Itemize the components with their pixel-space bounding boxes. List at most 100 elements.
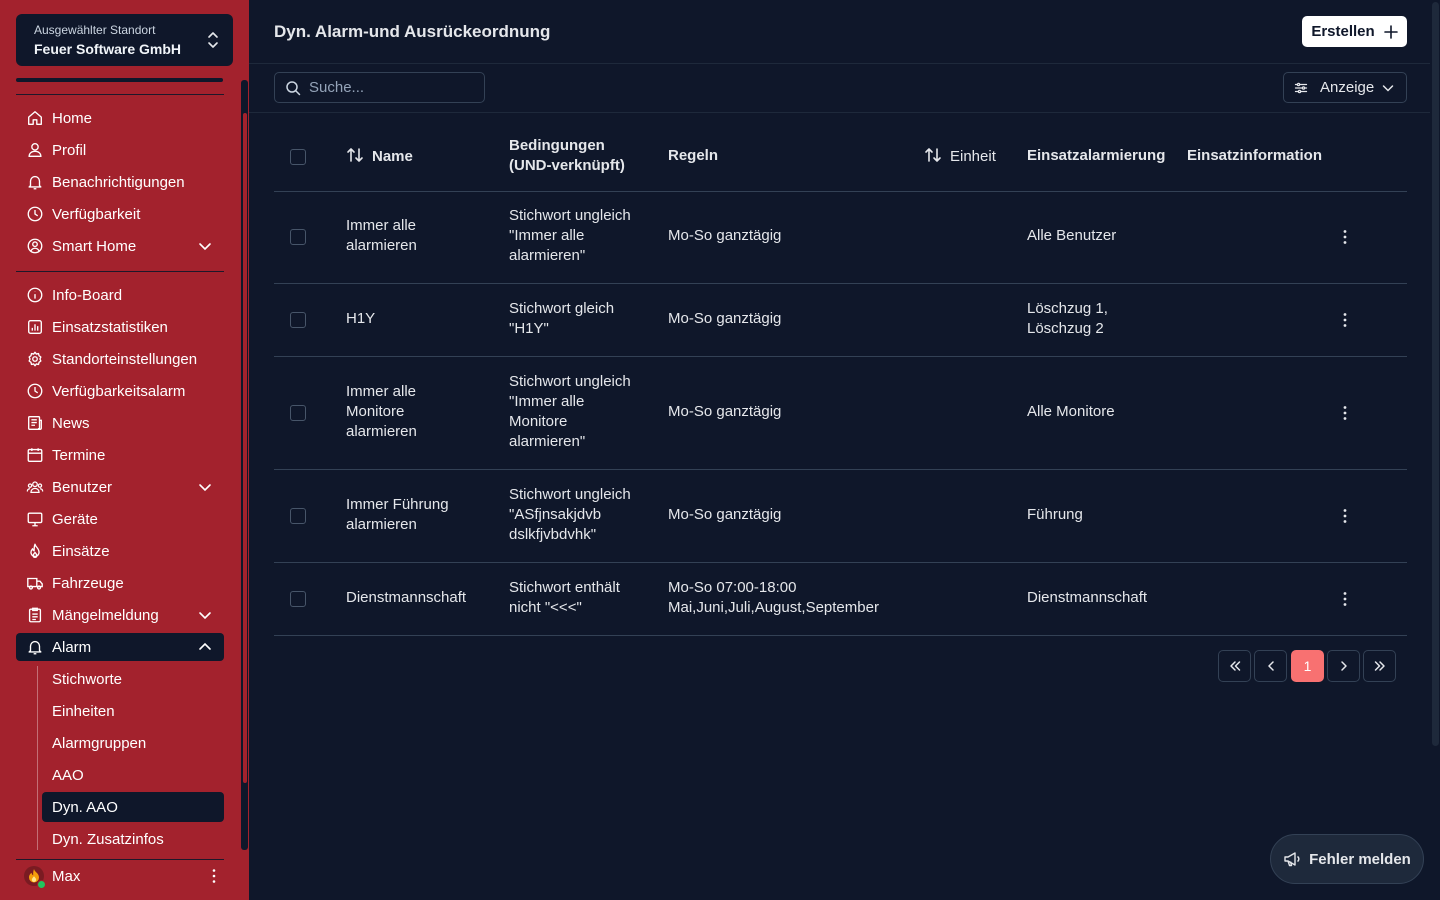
first-page-button[interactable] (1218, 650, 1251, 682)
sidebar-subitem-aao[interactable]: AAO (42, 760, 224, 790)
sidebar-scrollbar[interactable] (242, 112, 248, 784)
sidebar-subitem-stichworte[interactable]: Stichworte (42, 664, 224, 694)
cell-line: alarmieren (346, 516, 417, 533)
megaphone-icon (1284, 852, 1300, 867)
next-page-button[interactable] (1327, 650, 1360, 682)
cell-alarming: Alle Monitore (1027, 402, 1115, 422)
sidebar-item-label: Standorteinstellungen (52, 350, 198, 368)
search-input[interactable] (309, 79, 479, 96)
sliders-icon (1294, 82, 1308, 93)
sidebar-item-label: Profil (52, 141, 87, 159)
chevrons-left-icon (1229, 661, 1240, 671)
cell-line: Dienstmannschaft (346, 589, 467, 606)
sidebar-item-benutzer[interactable]: Benutzer (16, 473, 224, 501)
cell-alarming: Führung (1027, 505, 1083, 525)
sidebar-item-verfuegbarkeit[interactable]: Verfügbarkeit (16, 200, 224, 228)
chevrons-right-icon (1374, 661, 1385, 671)
sidebar-item-news[interactable]: News (16, 409, 224, 437)
sidebar-item-einsatzstatistiken[interactable]: Einsatzstatistiken (16, 313, 224, 341)
home-icon (26, 109, 44, 127)
row-checkbox[interactable] (290, 312, 306, 328)
cell-line: nicht "<<<" (509, 599, 582, 616)
main-scrollbar[interactable] (1432, 2, 1439, 746)
online-status-dot (37, 880, 46, 889)
sidebar-item-info-board[interactable]: Info-Board (16, 281, 224, 309)
sidebar-subitem-alarmgruppen[interactable]: Alarmgruppen (42, 728, 224, 758)
user-menu[interactable]: Max (16, 862, 224, 890)
row-divider (274, 635, 1407, 636)
location-selector[interactable]: Ausgewählter Standort Feuer Software Gmb… (16, 14, 233, 66)
report-bug-label: Fehler melden (1309, 850, 1411, 868)
chevron-right-icon (1340, 661, 1347, 671)
cell-line: dslkfjvbdvhk" (509, 526, 597, 543)
toolbar-divider (249, 112, 1430, 113)
chevron-down-icon (199, 612, 211, 620)
select-all-checkbox[interactable] (290, 149, 306, 165)
sidebar-subitem-dyn-zusatzinfos[interactable]: Dyn. Zusatzinfos (42, 824, 224, 854)
chevron-up-icon (199, 642, 211, 650)
sidebar-item-smart-home[interactable]: Smart Home (16, 232, 224, 260)
column-header-name[interactable]: Name (346, 146, 413, 167)
row-actions-icon[interactable] (1343, 508, 1347, 524)
cell-rules: Mo-So ganztägig (668, 402, 781, 422)
search-box[interactable] (274, 72, 485, 103)
cell-line: Stichwort enthält (509, 579, 620, 596)
cell-line: H1Y (346, 310, 376, 327)
cell-line: "ASfjnsakjdvb (509, 506, 602, 523)
flame-icon (26, 542, 44, 560)
sidebar-item-profil[interactable]: Profil (16, 136, 224, 164)
sidebar-item-fahrzeuge[interactable]: Fahrzeuge (16, 569, 224, 597)
last-page-button[interactable] (1363, 650, 1396, 682)
create-button[interactable]: Erstellen (1302, 16, 1407, 47)
column-header-alarming: Einsatzalarmierung (1027, 147, 1166, 164)
search-icon (286, 80, 301, 95)
sidebar-item-termine[interactable]: Termine (16, 441, 224, 469)
row-checkbox[interactable] (290, 405, 306, 421)
more-vertical-icon[interactable] (212, 868, 216, 884)
sidebar-subitem-einheiten[interactable]: Einheiten (42, 696, 224, 726)
sidebar-divider (16, 859, 224, 860)
sidebar-item-home[interactable]: Home (16, 104, 224, 132)
column-header-unit[interactable]: Einheit (924, 146, 996, 167)
create-button-label: Erstellen (1311, 23, 1375, 40)
row-checkbox[interactable] (290, 508, 306, 524)
location-value: Feuer Software GmbH (34, 41, 182, 57)
bell-icon (26, 173, 44, 191)
cell-name: H1Y (346, 309, 375, 329)
sort-icon (925, 148, 941, 162)
row-divider (274, 562, 1407, 563)
clipboard-icon (26, 606, 44, 624)
sidebar-item-alarm[interactable]: Alarm (16, 633, 224, 661)
sidebar-item-einsaetze[interactable]: Einsätze (16, 537, 224, 565)
sidebar-item-geraete[interactable]: Geräte (16, 505, 224, 533)
sidebar-item-maengelmeldung[interactable]: Mängelmeldung (16, 601, 224, 629)
calendar-icon (26, 446, 44, 464)
sidebar-item-standorteinstellungen[interactable]: Standorteinstellungen (16, 345, 224, 373)
row-actions-icon[interactable] (1343, 591, 1347, 607)
sidebar-subitem-dyn-aao[interactable]: Dyn. AAO (42, 792, 224, 822)
cell-line: Löschzug 2 (1027, 320, 1104, 337)
report-bug-button[interactable]: Fehler melden (1270, 834, 1424, 884)
cell-line: Alle Benutzer (1027, 227, 1117, 244)
chevron-down-icon (199, 484, 211, 492)
sidebar-item-verfuegbarkeitsalarm[interactable]: Verfügbarkeitsalarm (16, 377, 224, 405)
prev-page-button[interactable] (1254, 650, 1287, 682)
cell-conditions: Stichwort ungleich "ASfjnsakjdvb dslkfjvbd… (509, 485, 631, 545)
sidebar-item-label: Benachrichtigungen (52, 173, 185, 191)
row-actions-icon[interactable] (1343, 312, 1347, 328)
chevron-down-icon (1382, 84, 1394, 92)
column-header-label: Name (372, 148, 413, 165)
cell-name: Immer alle Monitore alarmieren (346, 382, 417, 442)
view-options-button[interactable]: Anzeige (1283, 72, 1407, 103)
row-checkbox[interactable] (290, 591, 306, 607)
sidebar-item-benachrichtigungen[interactable]: Benachrichtigungen (16, 168, 224, 196)
row-actions-icon[interactable] (1343, 229, 1347, 245)
row-checkbox[interactable] (290, 229, 306, 245)
plus-icon (1383, 24, 1398, 39)
column-header-label: Einheit (950, 148, 996, 165)
cell-line: Mo-So ganztägig (668, 403, 782, 420)
cell-alarming: Löschzug 1, Löschzug 2 (1027, 299, 1108, 339)
page-button-current[interactable]: 1 (1291, 650, 1324, 682)
column-header-rules: Regeln (668, 147, 719, 164)
row-actions-icon[interactable] (1343, 405, 1347, 421)
